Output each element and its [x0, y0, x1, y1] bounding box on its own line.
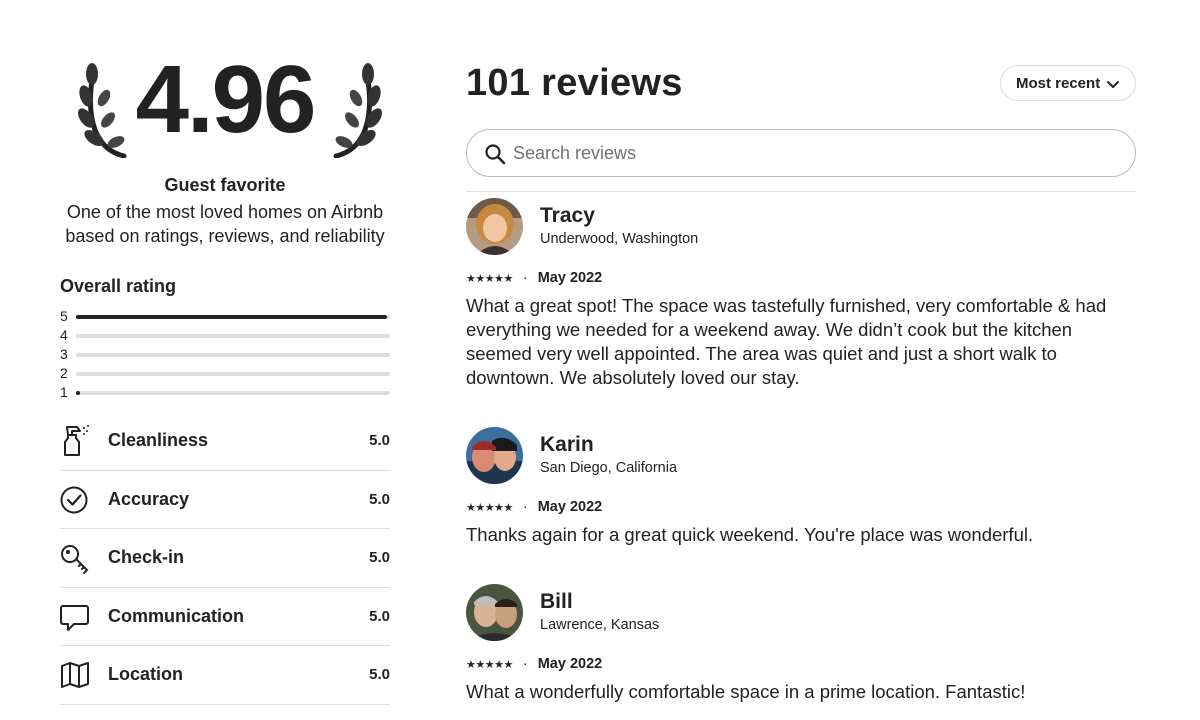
avatar[interactable] — [466, 198, 523, 255]
category-label: Accuracy — [108, 488, 190, 509]
distribution-star-label: 5 — [60, 308, 68, 324]
distribution-row: 2 — [60, 364, 390, 383]
separator-dot: · — [522, 270, 528, 287]
distribution-bar — [76, 391, 390, 395]
category-score: 5.0 — [369, 490, 390, 508]
category-score: 5.0 — [369, 549, 390, 566]
overall-rating-title: Overall rating — [60, 276, 177, 296]
spray-bottle-icon — [64, 425, 89, 456]
review-text: What a wonderfully comfortable space in … — [466, 681, 1026, 702]
guest-favorite-description: One of the most loved homes on Airbnb ba… — [65, 202, 385, 246]
category-ratings: Cleanliness 5.0 Accuracy 5.0 Check-in 5.… — [60, 412, 390, 705]
distribution-bar-fill — [76, 315, 387, 319]
category-score: 5.0 — [369, 432, 390, 449]
category-cleanliness: Cleanliness 5.0 — [60, 412, 390, 471]
guest-favorite-title: Guest favorite — [164, 175, 286, 195]
distribution-row: 5 — [60, 307, 390, 326]
distribution-row: 4 — [60, 326, 390, 345]
distribution-bar — [76, 372, 390, 376]
sort-dropdown[interactable]: Most recent — [1000, 65, 1136, 101]
laurel-right-icon — [333, 63, 382, 158]
category-score: 5.0 — [369, 607, 390, 625]
divider — [466, 191, 1136, 192]
review-text: Thanks again for a great quick weekend. … — [466, 524, 1034, 545]
rating-distribution: 5 4 3 2 1 — [60, 307, 390, 402]
avatar[interactable] — [466, 584, 523, 641]
category-communication: Communication 5.0 — [60, 588, 390, 646]
avatar[interactable] — [466, 427, 523, 484]
distribution-bar — [76, 334, 390, 338]
rating-badge: 4.96 — [60, 48, 390, 168]
sort-label: Most recent — [1016, 74, 1101, 92]
distribution-star-label: 1 — [60, 384, 68, 400]
star-rating: ★★★★★ — [466, 658, 513, 671]
reviewer-location: San Diego, California — [540, 460, 678, 476]
review-text: What a great spot! The space was tastefu… — [466, 295, 1107, 388]
category-location: Location 5.0 — [60, 646, 390, 705]
category-check-in: Check-in 5.0 — [60, 529, 390, 588]
reviewer-name: Bill — [540, 590, 573, 613]
chevron-down-icon — [1107, 81, 1119, 88]
review-meta: ★★★★★ · May 2022 — [466, 656, 602, 672]
search-input[interactable] — [513, 138, 1103, 168]
distribution-bar-fill — [76, 391, 80, 395]
distribution-bar — [76, 353, 390, 357]
search-box[interactable] — [466, 129, 1136, 177]
reviewer-name: Karin — [540, 433, 594, 456]
reviews-panel: 101 reviews Most recent Tracy Underwood,… — [466, 0, 1136, 720]
category-label: Communication — [108, 605, 245, 626]
review-date: May 2022 — [537, 270, 603, 287]
star-rating: ★★★★★ — [466, 501, 513, 514]
distribution-star-label: 4 — [60, 327, 68, 343]
category-label: Cleanliness — [108, 430, 209, 450]
review-date: May 2022 — [537, 656, 603, 673]
separator-dot: · — [522, 656, 528, 673]
reviewer-location: Underwood, Washington — [540, 231, 699, 247]
distribution-star-label: 3 — [60, 346, 68, 362]
distribution-star-label: 2 — [60, 365, 68, 381]
separator-dot: · — [522, 499, 528, 516]
chat-bubble-icon — [60, 604, 89, 631]
review-meta: ★★★★★ · May 2022 — [466, 270, 602, 286]
category-label: Check-in — [108, 547, 185, 567]
map-icon — [61, 662, 89, 688]
reviews-count-title: 101 reviews — [466, 62, 683, 104]
star-rating: ★★★★★ — [466, 272, 513, 285]
review-date: May 2022 — [537, 499, 603, 516]
search-icon — [485, 144, 506, 165]
category-score: 5.0 — [369, 666, 390, 683]
rating-summary-panel: 4.96 Guest favorite One of the most love… — [60, 0, 390, 720]
distribution-row: 3 — [60, 345, 390, 364]
distribution-row: 1 — [60, 383, 390, 402]
check-circle-icon — [60, 486, 88, 513]
reviewer-name: Tracy — [540, 204, 595, 227]
reviewer-location: Lawrence, Kansas — [540, 617, 660, 633]
category-label: Location — [108, 664, 183, 684]
review-meta: ★★★★★ · May 2022 — [466, 499, 602, 515]
distribution-bar — [76, 315, 390, 319]
key-icon — [61, 545, 89, 574]
category-accuracy: Accuracy 5.0 — [60, 471, 390, 529]
